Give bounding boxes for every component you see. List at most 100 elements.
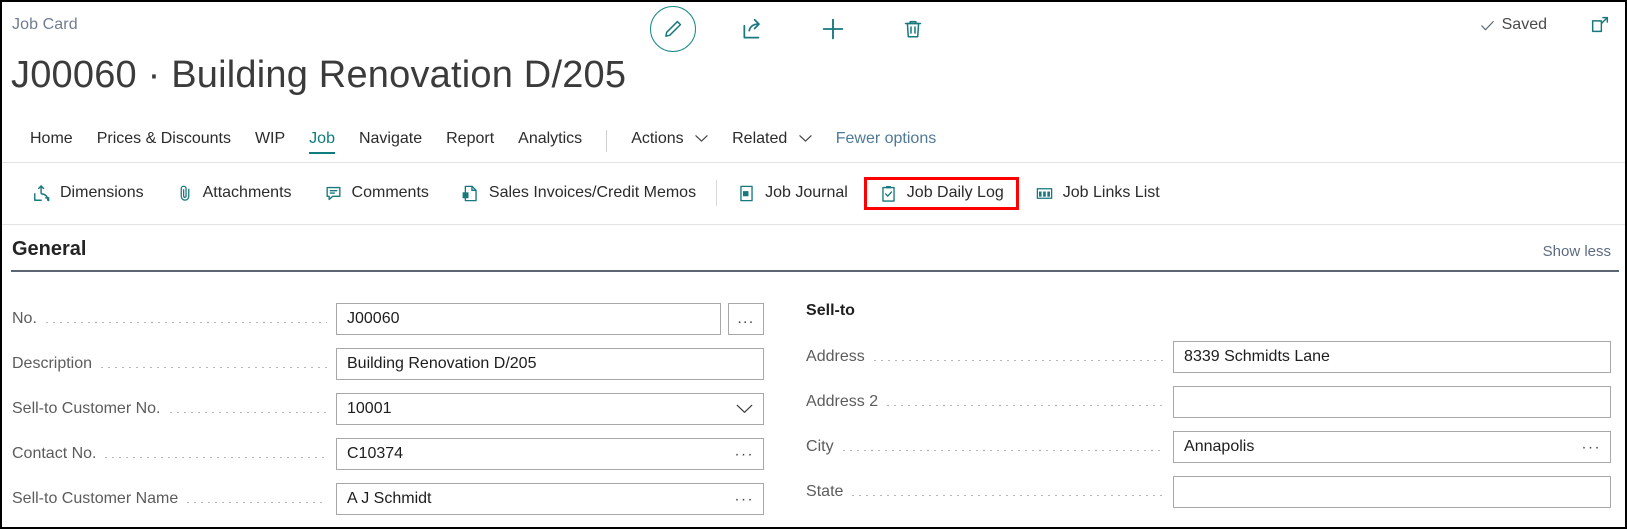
field-sell-to-customer-name-input[interactable]: A J Schmidt ··· bbox=[336, 482, 764, 515]
edit-pencil-icon[interactable] bbox=[650, 6, 696, 52]
action-attachments-label: Attachments bbox=[202, 184, 292, 201]
field-address-2-label: Address 2 bbox=[806, 392, 879, 410]
nav-item-navigate[interactable]: Navigate bbox=[347, 128, 434, 154]
field-description-label: Description bbox=[12, 354, 93, 372]
section-underline bbox=[11, 270, 1619, 272]
field-description-value: Building Renovation D/205 bbox=[347, 354, 537, 372]
external-link-glyph bbox=[1591, 16, 1609, 33]
leader-dots bbox=[101, 367, 327, 368]
nav-item-job[interactable]: Job bbox=[297, 128, 347, 154]
nav-menu-actions-label: Actions bbox=[631, 130, 684, 147]
field-sell-to-customer-name-value: A J Schmidt bbox=[347, 489, 432, 507]
page-title: J00060 · Building Renovation D/205 bbox=[11, 54, 627, 96]
chevron-glyph bbox=[736, 404, 753, 413]
general-section-header: General Show less bbox=[2, 238, 1625, 274]
chevron-glyph bbox=[695, 135, 708, 142]
fewer-options-button[interactable]: Fewer options bbox=[824, 128, 949, 154]
action-job-links-list[interactable]: Job Links List bbox=[1019, 175, 1176, 212]
field-sell-to-customer-name: Sell-to Customer Name A J Schmidt ··· bbox=[12, 476, 764, 521]
field-contact-no-value: C10374 bbox=[347, 444, 404, 462]
new-plus-icon[interactable] bbox=[810, 6, 856, 52]
action-attachments[interactable]: Attachments bbox=[160, 175, 308, 211]
leader-dots bbox=[45, 322, 327, 323]
field-contact-no-input[interactable]: C10374 ··· bbox=[336, 437, 764, 470]
field-address-2-input[interactable] bbox=[1173, 385, 1612, 418]
job-card-window: Job Card Saved J00060 · Building Renovat… bbox=[0, 0, 1627, 529]
field-contact-no-ellipsis-icon[interactable]: ··· bbox=[735, 446, 755, 461]
document-arrow-glyph bbox=[462, 185, 477, 201]
leader-dots bbox=[842, 450, 1165, 451]
nav-item-prices-discounts[interactable]: Prices & Discounts bbox=[85, 128, 243, 154]
journal-glyph bbox=[740, 185, 753, 201]
field-no-input[interactable]: J00060 bbox=[336, 302, 721, 335]
open-in-new-window-icon[interactable] bbox=[1589, 14, 1611, 36]
delete-trash-icon[interactable] bbox=[890, 6, 936, 52]
chevron-down-icon bbox=[799, 130, 812, 148]
paperclip-icon bbox=[176, 184, 194, 202]
field-city-input[interactable]: Annapolis ··· bbox=[1173, 430, 1612, 463]
share-glyph bbox=[743, 18, 760, 39]
dimensions-icon bbox=[32, 184, 51, 203]
leader-dots bbox=[887, 405, 1165, 406]
field-address-value: 8339 Schmidts Lane bbox=[1184, 347, 1330, 365]
field-address-label: Address bbox=[806, 347, 865, 365]
form-column-left: No. J00060 ... Description Building Reno… bbox=[2, 284, 790, 527]
breadcrumb: Job Card bbox=[12, 16, 78, 33]
general-form: No. J00060 ... Description Building Reno… bbox=[2, 284, 1625, 527]
field-address-input[interactable]: 8339 Schmidts Lane bbox=[1173, 340, 1612, 373]
action-job-daily-log-label: Job Daily Log bbox=[906, 184, 1004, 201]
nav-menu-related-label: Related bbox=[732, 130, 788, 147]
nav-item-home[interactable]: Home bbox=[18, 128, 85, 154]
leader-dots bbox=[873, 360, 1165, 361]
document-arrow-icon bbox=[461, 184, 480, 203]
nav-item-report[interactable]: Report bbox=[434, 128, 506, 154]
field-address-2: Address 2 bbox=[806, 379, 1612, 424]
field-no-label: No. bbox=[12, 309, 37, 327]
journal-icon bbox=[737, 184, 756, 203]
field-contact-no: Contact No. C10374 ··· bbox=[12, 431, 764, 476]
field-city-label: City bbox=[806, 437, 834, 455]
action-toolbar: Dimensions Attachments Comments Sales In… bbox=[2, 170, 1625, 216]
action-sales-invoices-label: Sales Invoices/Credit Memos bbox=[488, 184, 697, 201]
field-sell-to-customer-no-label: Sell-to Customer No. bbox=[12, 399, 161, 417]
comment-icon bbox=[324, 184, 343, 203]
trash-glyph bbox=[904, 20, 922, 38]
action-dimensions-label: Dimensions bbox=[60, 184, 144, 201]
field-description-input[interactable]: Building Renovation D/205 bbox=[336, 347, 764, 380]
chevron-down-icon[interactable] bbox=[736, 403, 753, 414]
action-job-journal[interactable]: Job Journal bbox=[721, 175, 864, 212]
action-dimensions[interactable]: Dimensions bbox=[16, 175, 160, 212]
field-sell-to-customer-name-ellipsis-icon[interactable]: ··· bbox=[735, 491, 755, 506]
action-job-daily-log[interactable]: Job Daily Log bbox=[863, 176, 1019, 210]
form-column-right: Sell-to Address 8339 Schmidts Lane Addre… bbox=[790, 284, 1625, 527]
field-sell-to-customer-name-label: Sell-to Customer Name bbox=[12, 489, 179, 507]
show-less-button[interactable]: Show less bbox=[1543, 243, 1611, 260]
dimensions-glyph bbox=[34, 184, 50, 201]
leader-dots bbox=[852, 495, 1165, 496]
action-job-journal-label: Job Journal bbox=[765, 184, 848, 201]
nav-menu-actions[interactable]: Actions bbox=[619, 128, 720, 154]
field-address: Address 8339 Schmidts Lane bbox=[806, 334, 1612, 379]
nav-item-analytics[interactable]: Analytics bbox=[506, 128, 594, 154]
nav-tabs: Home Prices & Discounts WIP Job Navigate… bbox=[2, 123, 1625, 159]
field-no-assist-button[interactable]: ... bbox=[728, 302, 764, 335]
check-glyph bbox=[1480, 20, 1494, 30]
paperclip-glyph bbox=[180, 185, 189, 201]
comment-glyph bbox=[326, 186, 341, 200]
share-icon[interactable] bbox=[730, 6, 776, 52]
nav-menu-related[interactable]: Related bbox=[720, 128, 824, 154]
action-comments[interactable]: Comments bbox=[308, 175, 445, 212]
chevron-glyph bbox=[799, 135, 812, 142]
action-bottom-divider bbox=[2, 224, 1625, 225]
field-sell-to-customer-no-input[interactable]: 10001 bbox=[336, 392, 764, 425]
check-icon bbox=[1479, 17, 1496, 34]
clipboard-check-glyph bbox=[882, 185, 895, 202]
pencil-glyph bbox=[665, 20, 682, 37]
nav-divider bbox=[606, 130, 608, 152]
field-city-ellipsis-icon[interactable]: ··· bbox=[1582, 439, 1602, 454]
leader-dots bbox=[105, 457, 327, 458]
saved-label: Saved bbox=[1501, 16, 1547, 33]
nav-item-wip[interactable]: WIP bbox=[243, 128, 297, 154]
field-state-input[interactable] bbox=[1173, 475, 1612, 508]
action-sales-invoices-credit-memos[interactable]: Sales Invoices/Credit Memos bbox=[445, 175, 712, 212]
